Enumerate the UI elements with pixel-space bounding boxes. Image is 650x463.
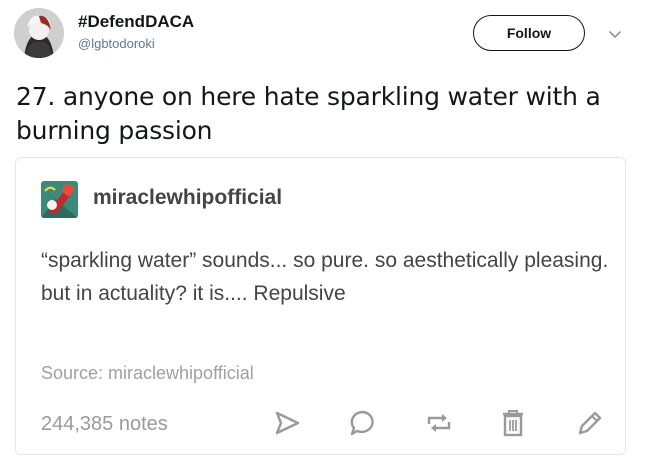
edit-icon[interactable] xyxy=(574,407,604,439)
reblog-icon[interactable] xyxy=(424,407,454,439)
avatar-image xyxy=(14,8,64,58)
embedded-post-card[interactable]: miraclewhipofficial “sparkling water” so… xyxy=(15,157,626,455)
reply-icon[interactable] xyxy=(348,407,378,439)
chevron-down-icon[interactable] xyxy=(605,24,625,44)
notes-count[interactable]: 244,385 notes xyxy=(41,413,168,436)
user-handle[interactable]: @lgbtodoroki xyxy=(78,36,155,51)
blog-avatar-icon[interactable] xyxy=(41,181,78,218)
display-name[interactable]: #DefendDACA xyxy=(78,12,194,32)
share-icon[interactable] xyxy=(272,407,302,439)
tweet-text: 27. anyone on here hate sparkling water … xyxy=(16,82,601,145)
avatar[interactable] xyxy=(14,8,64,58)
post-source[interactable]: Source: miraclewhipofficial xyxy=(41,363,254,384)
blog-name[interactable]: miraclewhipofficial xyxy=(93,186,282,210)
post-text: “sparkling water” sounds... so pure. so … xyxy=(41,249,609,305)
follow-button[interactable]: Follow xyxy=(473,15,585,51)
tweet-header: #DefendDACA @lgbtodoroki Follow xyxy=(0,0,650,70)
delete-icon[interactable] xyxy=(498,407,528,439)
